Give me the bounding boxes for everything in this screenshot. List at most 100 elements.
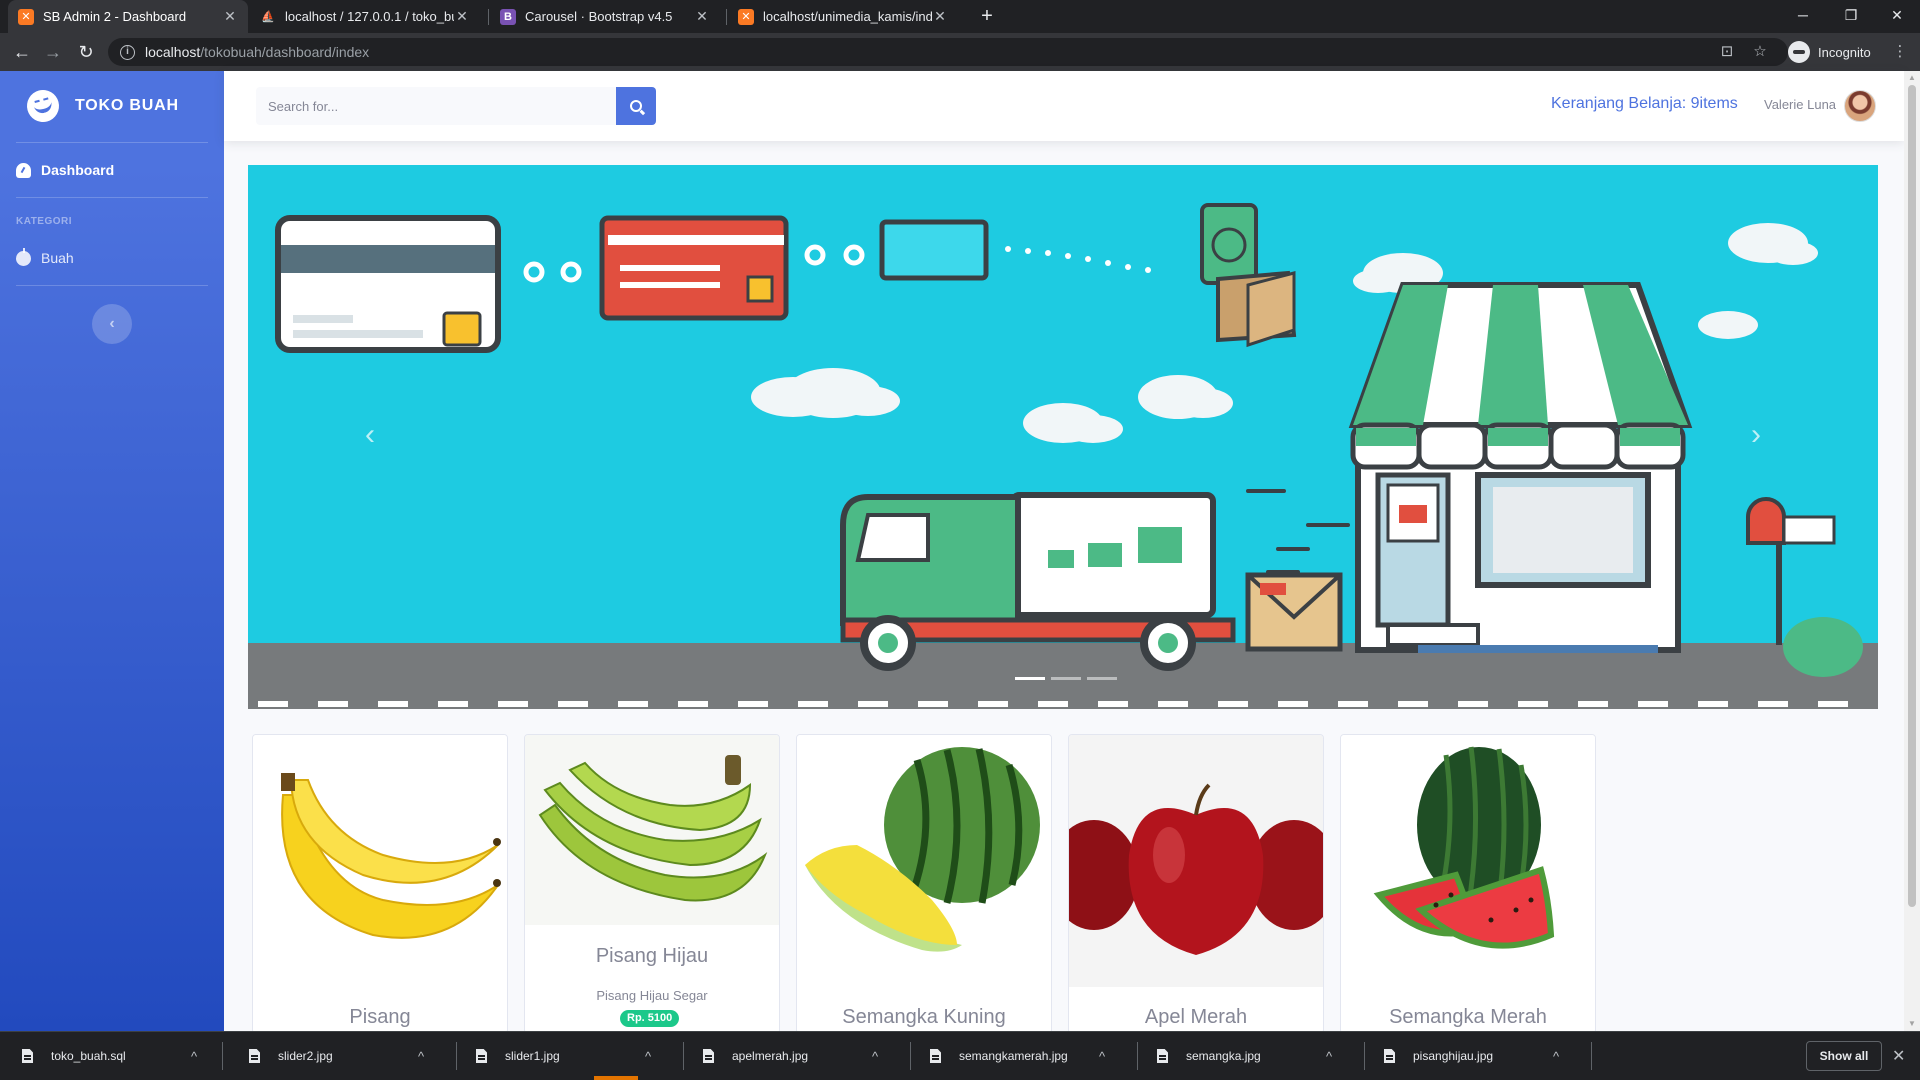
page-scrollbar[interactable]: ▲ ▼: [1904, 71, 1920, 1031]
incognito-indicator[interactable]: Incognito: [1788, 38, 1871, 66]
scroll-up-arrow[interactable]: ▲: [1904, 71, 1920, 85]
download-separator: [910, 1042, 911, 1070]
download-filename: apelmerah.jpg: [732, 1049, 809, 1063]
cart-link[interactable]: Keranjang Belanja: 9items: [1551, 95, 1738, 113]
download-item[interactable]: pisanghijau.jpg ^: [1384, 1040, 1559, 1072]
minimize-button[interactable]: ─: [1780, 0, 1826, 33]
carousel-indicator[interactable]: [1051, 677, 1081, 680]
bookmark-star-icon[interactable]: ☆: [1750, 42, 1770, 62]
carousel-indicator[interactable]: [1087, 677, 1117, 680]
product-description: Pisang Hijau Segar: [596, 988, 708, 1003]
carousel-next-button[interactable]: ›: [1726, 405, 1786, 465]
sidebar-item-dashboard[interactable]: Dashboard: [16, 160, 114, 180]
file-icon: [703, 1049, 714, 1063]
tab-close-icon[interactable]: ✕: [222, 8, 238, 25]
download-separator: [222, 1042, 223, 1070]
new-tab-button[interactable]: +: [975, 4, 999, 28]
download-filename: slider1.jpg: [505, 1049, 560, 1063]
sidebar-toggle-button[interactable]: ‹: [92, 304, 132, 344]
address-bar[interactable]: i localhost/tokobuah/dashboard/index: [108, 38, 1788, 66]
download-shelf: toko_buah.sql ^ slider2.jpg ^ slider1.jp…: [0, 1031, 1920, 1080]
download-menu-caret[interactable]: ^: [1553, 1049, 1559, 1064]
bootstrap-icon: B: [500, 8, 516, 25]
forward-button[interactable]: →: [41, 40, 65, 64]
file-icon: [1384, 1049, 1395, 1063]
avatar[interactable]: [1844, 90, 1876, 122]
download-menu-caret[interactable]: ^: [1326, 1049, 1332, 1064]
sidebar: TOKO BUAH Dashboard KATEGORI Buah ‹: [0, 71, 224, 1031]
download-separator: [683, 1042, 684, 1070]
download-item[interactable]: semangkamerah.jpg ^: [930, 1040, 1105, 1072]
download-menu-caret[interactable]: ^: [645, 1049, 651, 1064]
scroll-down-arrow[interactable]: ▼: [1904, 1017, 1920, 1031]
tab-bootstrap[interactable]: B Carousel · Bootstrap v4.5 ✕: [490, 0, 720, 33]
product-name: Semangka Merah: [1389, 1006, 1547, 1028]
restore-button[interactable]: ❐: [1828, 0, 1874, 33]
tab-separator: [726, 9, 727, 25]
file-icon: [930, 1049, 941, 1063]
download-filename: semangka.jpg: [1186, 1049, 1261, 1063]
close-shelf-icon[interactable]: ✕: [1892, 1046, 1905, 1066]
sidebar-divider: [16, 197, 208, 198]
search-icon: [630, 100, 643, 112]
search-input[interactable]: [256, 87, 617, 125]
browser-tab-strip: ✕ SB Admin 2 - Dashboard ✕ ⛵ localhost /…: [0, 0, 1920, 33]
show-all-downloads-button[interactable]: Show all: [1806, 1041, 1882, 1071]
close-window-button[interactable]: ✕: [1874, 0, 1920, 33]
tab-unimedia[interactable]: ✕ localhost/unimedia_kamis/index. ✕: [728, 0, 958, 33]
search-button[interactable]: [616, 87, 656, 125]
product-card-apel-merah[interactable]: Apel Merah: [1068, 734, 1324, 1034]
carousel-prev-button[interactable]: ‹: [340, 405, 400, 465]
tab-phpmyadmin[interactable]: ⛵ localhost / 127.0.0.1 / toko_buah ✕: [250, 0, 480, 33]
product-card-semangka-merah[interactable]: Semangka Merah: [1340, 734, 1596, 1034]
sidebar-item-label: Dashboard: [41, 162, 115, 178]
product-card-pisang-hijau[interactable]: Pisang Hijau Pisang Hijau Segar Rp. 5100: [524, 734, 780, 1034]
download-menu-caret[interactable]: ^: [191, 1049, 197, 1064]
download-menu-caret[interactable]: ^: [872, 1049, 878, 1064]
product-name: Pisang: [349, 1006, 411, 1028]
product-card-semangka-kuning[interactable]: Semangka Kuning: [796, 734, 1052, 1034]
product-image-red-watermelon: [1341, 735, 1595, 987]
back-button[interactable]: ←: [10, 40, 34, 64]
tab-close-icon[interactable]: ✕: [932, 8, 948, 25]
site-info-icon[interactable]: i: [120, 44, 135, 60]
product-image-banana: [253, 735, 507, 987]
download-separator: [1137, 1042, 1138, 1070]
download-filename: pisanghijau.jpg: [1413, 1049, 1494, 1063]
translate-icon[interactable]: ⊡: [1717, 42, 1737, 62]
tab-close-icon[interactable]: ✕: [454, 8, 470, 25]
product-image-red-apple: [1069, 735, 1323, 987]
apple-icon: [16, 247, 31, 266]
sidebar-item-label: Buah: [41, 250, 74, 266]
tab-sb-admin[interactable]: ✕ SB Admin 2 - Dashboard ✕: [8, 0, 248, 33]
tab-close-icon[interactable]: ✕: [694, 8, 710, 25]
download-item[interactable]: toko_buah.sql ^: [22, 1040, 197, 1072]
url-path: /tokobuah/dashboard/index: [200, 44, 370, 60]
product-image-yellow-watermelon: [797, 735, 1051, 987]
tab-separator: [488, 9, 489, 25]
carousel-indicator[interactable]: [1015, 677, 1045, 680]
download-menu-caret[interactable]: ^: [1099, 1049, 1105, 1064]
product-name: Apel Merah: [1144, 1006, 1248, 1028]
download-menu-caret[interactable]: ^: [418, 1049, 424, 1064]
download-item[interactable]: slider2.jpg ^: [249, 1040, 424, 1072]
download-item[interactable]: semangka.jpg ^: [1157, 1040, 1332, 1072]
price-badge: Rp. 5100: [620, 1010, 680, 1027]
scrollbar-thumb[interactable]: [1908, 85, 1916, 907]
browser-menu-icon[interactable]: ⋮: [1890, 42, 1910, 62]
xampp-icon: ✕: [18, 8, 34, 25]
download-item[interactable]: slider1.jpg ^: [476, 1040, 651, 1072]
tab-title: localhost / 127.0.0.1 / toko_buah: [285, 9, 454, 24]
browser-toolbar: ← → ↻ i localhost/tokobuah/dashboard/ind…: [0, 33, 1920, 71]
reload-button[interactable]: ↻: [74, 40, 98, 64]
brand-name: TOKO BUAH: [75, 97, 179, 114]
download-filename: slider2.jpg: [278, 1049, 333, 1063]
user-name[interactable]: Valerie Luna: [1764, 97, 1836, 112]
sidebar-heading: KATEGORI: [16, 216, 73, 227]
download-item[interactable]: apelmerah.jpg ^: [703, 1040, 878, 1072]
sidebar-item-buah[interactable]: Buah: [16, 247, 74, 268]
sidebar-brand[interactable]: TOKO BUAH: [0, 71, 224, 141]
download-filename: toko_buah.sql: [51, 1049, 126, 1063]
product-card-pisang[interactable]: Pisang: [252, 734, 508, 1034]
tab-title: Carousel · Bootstrap v4.5: [525, 9, 673, 24]
